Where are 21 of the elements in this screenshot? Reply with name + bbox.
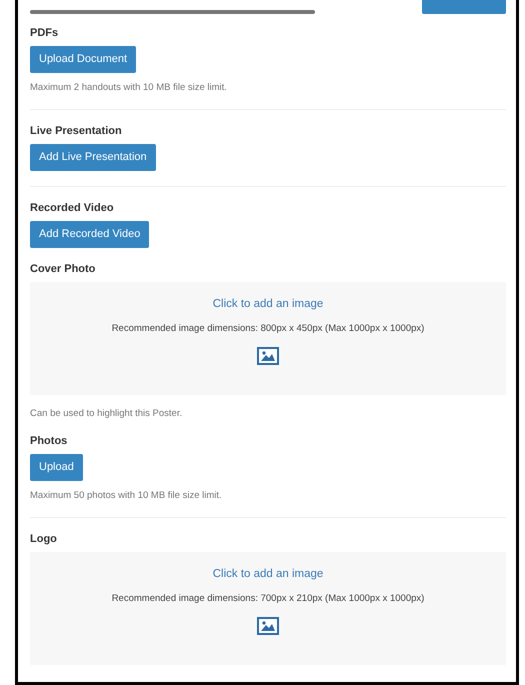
upload-button[interactable]: Add Live Presentation xyxy=(30,144,156,171)
upload-button[interactable]: Add Recorded Video xyxy=(30,221,150,248)
image-dropzone[interactable]: Click to add an image Recommended image dimensions: 700px x 210px (Max 1000px x 1000px) xyxy=(30,552,506,665)
help-text: Maximum 2 handouts with 10 MB file size limit. xyxy=(30,82,228,94)
section-heading: Live Presentation xyxy=(30,124,123,138)
upload-button[interactable]: Upload Document xyxy=(30,46,136,73)
section-heading: Photos xyxy=(30,434,68,448)
section-heading: PDFs xyxy=(30,26,60,40)
dimensions-hint: Recommended image dimensions: 800px x 450px (Max 1000px x 1000px) xyxy=(112,323,424,335)
add-image-link[interactable]: Click to add an image xyxy=(212,297,324,311)
dimensions-hint: Recommended image dimensions: 700px x 210px (Max 1000px x 1000px) xyxy=(112,593,424,605)
image-icon[interactable] xyxy=(257,347,279,365)
help-text: Can be used to highlight this Poster. xyxy=(30,408,184,420)
section-heading: Logo xyxy=(30,532,58,546)
section-heading: Cover Photo xyxy=(30,262,96,276)
help-text: Maximum 50 photos with 10 MB file size limit. xyxy=(30,490,223,502)
upload-button[interactable]: Upload xyxy=(30,454,83,481)
image-dropzone[interactable]: Click to add an image Recommended image dimensions: 800px x 450px (Max 1000px x 1000px) xyxy=(30,282,506,395)
add-image-link[interactable]: Click to add an image xyxy=(212,567,324,581)
image-icon[interactable] xyxy=(257,617,279,635)
section-heading: Recorded Video xyxy=(30,201,115,215)
